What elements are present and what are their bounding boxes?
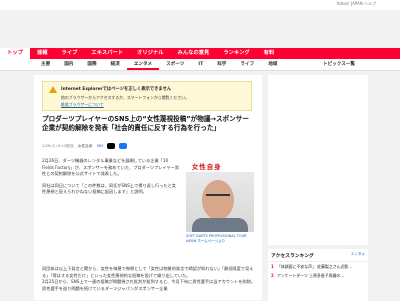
article-container: Internet Explorerではページを正しく表示できません 他のブラウザ… — [34, 75, 262, 300]
category-tab[interactable]: 主要 — [34, 59, 57, 70]
ranking-text: アンケートダーツ 上原多香子再婚の… — [277, 273, 345, 278]
ranking-item[interactable]: 1 「体調面に不安な声」 佐藤製之さん近影… — [268, 262, 368, 271]
category-tab[interactable]: IT — [191, 59, 210, 70]
topics-list-link[interactable]: トピックス一覧 — [316, 59, 362, 70]
category-tab[interactable]: エンタメ — [126, 59, 160, 70]
photo-glasses — [206, 192, 230, 196]
category-tab[interactable]: スポーツ — [159, 59, 191, 70]
nav-tab[interactable]: ランキング — [216, 48, 256, 59]
ranking-title: アクセスランキング — [271, 254, 314, 259]
article-meta: 2/26(火) 8:10配信 女性自身 363 — [42, 143, 128, 149]
person-photo[interactable] — [186, 172, 254, 232]
ranking-text: 「体調面に不安な声」 佐藤製之さん近影… — [277, 264, 353, 269]
share-facebook-icon[interactable] — [119, 143, 128, 149]
paragraph: 同社は同日について「この件数は、同氏がSNS上で掲り返し行ったと女性蔑視と捉えら… — [42, 182, 176, 195]
publisher-logo: 女性自身 — [192, 163, 222, 171]
nav-tab[interactable]: 有料 — [257, 48, 282, 59]
ranking-more-link[interactable]: エンタメ — [351, 252, 365, 259]
nav-tab[interactable]: オリジナル — [130, 48, 171, 59]
paragraph: 2月26日、ダーツ機器のレンタル事業などを展開している企業「10 Fields … — [42, 158, 180, 177]
share-x-icon[interactable] — [107, 143, 116, 149]
publish-date: 2/26(火) 8:10配信 — [42, 143, 74, 148]
access-ranking: アクセスランキング エンタメ 1 「体調面に不安な声」 佐藤製之さん近影… 2 アンケ… — [268, 249, 368, 301]
source-name[interactable]: 女性自身 — [78, 144, 93, 149]
ad-slot — [268, 75, 368, 245]
notice-title: Internet Explorerではページを正しく表示できません — [61, 87, 172, 92]
paragraph: 同団体は以上下発言と関から、女性を侮蔑で侮辱として「女性は物質的発言で師認が知れ… — [42, 266, 254, 278]
warning-icon — [49, 86, 57, 93]
photo-shirt — [192, 218, 248, 232]
article-body: 2月26日、ダーツ機器のレンタル事業などを展開している企業「10 Fields … — [42, 158, 180, 201]
category-nav: 主要 国内 国際 経済 エンタメ スポーツ IT 科学 ライフ 地域 トピックス一覧 — [0, 59, 400, 71]
nav-tab[interactable]: ライブ — [55, 48, 85, 59]
category-tab[interactable]: 地域 — [261, 59, 284, 70]
notice-text: 他のブラウザーからアクセスするか、スマートフォンから閲覧ください。 — [61, 95, 189, 100]
category-tab[interactable]: ライフ — [233, 59, 261, 70]
sidebar: アクセスランキング エンタメ 1 「体調面に不安な声」 佐藤製之さん近影… 2 アンケ… — [268, 75, 368, 301]
top-links[interactable]: Yahoo! JAPAN ヘルプ — [336, 1, 376, 7]
comment-count[interactable]: 363 — [96, 144, 103, 148]
ranking-number: 1 — [271, 264, 274, 269]
ranking-number: 2 — [271, 273, 274, 278]
photo-caption: SOFT DARTS PROFESSIONAL TOUR JAPAN ホームペー… — [186, 234, 247, 243]
top-bar: Yahoo! JAPAN ヘルプ — [0, 0, 400, 10]
paragraph: 2月25日から、SNS上で一連の投稿が問題視され批判が殺到すると、今月下旬に男性… — [42, 279, 256, 291]
global-nav: トップ 速報 ライブ エキスパート オリジナル みんなの意見 ランキング 有料 — [0, 48, 400, 59]
category-tab[interactable]: 経済 — [104, 59, 127, 70]
article-body-continued: 同団体は以上下発言と関から、女性を侮蔑で侮辱として「女性は物質的発言で師認が知れ… — [42, 266, 258, 292]
nav-tab[interactable]: みんなの意見 — [171, 48, 217, 59]
article-photo[interactable]: 女性自身 SOFT DARTS PROFESSIONAL TOUR JAPAN … — [186, 162, 254, 248]
ranking-item[interactable]: 2 アンケートダーツ 上原多香子再婚の… — [268, 271, 368, 280]
nav-tab[interactable]: トップ — [0, 48, 30, 59]
category-tab[interactable]: 国内 — [57, 59, 80, 70]
recommended-browser-link[interactable]: 推奨ブラウザーについて — [61, 102, 104, 108]
ie-warning-notice: Internet Explorerではページを正しく表示できません 他のブラウザ… — [42, 81, 252, 111]
nav-tab[interactable]: 速報 — [30, 48, 55, 59]
photo-face — [202, 180, 234, 220]
article-title: プロダーツプレイヤーのSNS上の“女性蔑視投稿”が物議→スポンサー企業が契約解除… — [42, 115, 249, 132]
category-tab[interactable]: 国際 — [80, 59, 103, 70]
category-tab[interactable]: 科学 — [210, 59, 233, 70]
nav-tab[interactable]: エキスパート — [84, 48, 130, 59]
